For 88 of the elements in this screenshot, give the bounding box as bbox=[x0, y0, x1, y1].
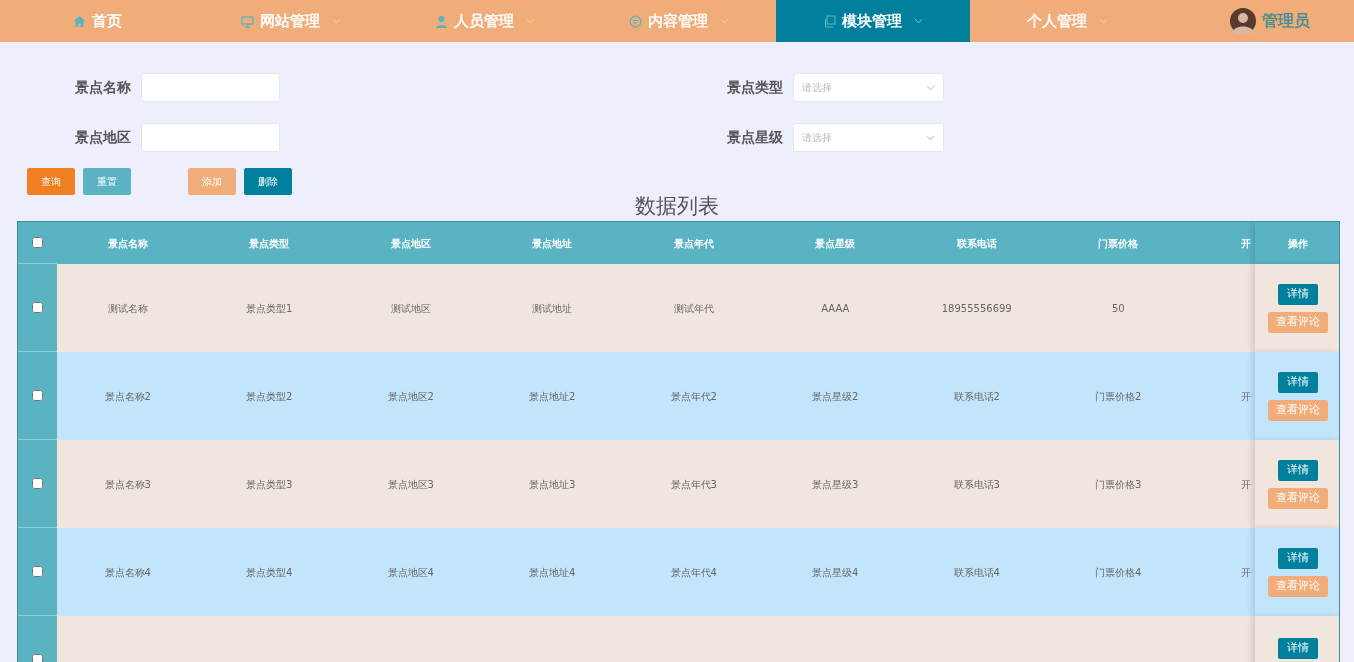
checkbox[interactable] bbox=[32, 237, 43, 248]
details-button[interactable]: 详情 bbox=[1277, 638, 1318, 659]
nav-tab[interactable]: 网站管理 bbox=[194, 0, 388, 42]
nav-tab[interactable]: 内容管理 bbox=[582, 0, 776, 42]
checkbox[interactable] bbox=[32, 654, 43, 662]
checkbox[interactable] bbox=[32, 566, 43, 577]
table-cell-text: 50 bbox=[1110, 301, 1126, 316]
select-field[interactable]: 请选择 bbox=[793, 73, 944, 102]
checkbox[interactable] bbox=[32, 302, 43, 313]
details-button[interactable]: 详情 bbox=[1277, 547, 1318, 569]
table-cell-text: 景点年代4 bbox=[669, 565, 718, 580]
search-button[interactable]: 查询 bbox=[27, 168, 75, 195]
table-cell-text: 景点星级4 bbox=[811, 565, 860, 580]
delete-button[interactable]: 删除 bbox=[244, 168, 292, 195]
table-cell-text: 景点年代3 bbox=[669, 477, 718, 492]
table-cell-text: 景点地区4 bbox=[386, 565, 435, 580]
comments-button[interactable]: 查看评论 bbox=[1267, 399, 1328, 421]
table-cell-text: 景点地区3 bbox=[386, 477, 435, 492]
table-cell-text: 测试名称 bbox=[106, 301, 149, 316]
column-header: 景点星级 bbox=[814, 236, 857, 251]
table-cell-text: 门票价格4 bbox=[1094, 565, 1143, 580]
input-field[interactable] bbox=[141, 73, 280, 102]
table-cell-text: 景点年代2 bbox=[669, 389, 718, 404]
table-cell-text: 联系电话3 bbox=[952, 477, 1001, 492]
table-cell-text: 景点类型2 bbox=[245, 389, 294, 404]
table-cell-text: 景点地址2 bbox=[528, 389, 577, 404]
column-header: 景点地区 bbox=[389, 236, 432, 251]
comments-button[interactable]: 查看评论 bbox=[1267, 311, 1328, 333]
field-label: 景点名称 bbox=[75, 78, 132, 97]
home-icon bbox=[72, 14, 86, 28]
table-cell-text: 门票价格2 bbox=[1094, 389, 1143, 404]
add-button[interactable]: 添加 bbox=[188, 168, 236, 195]
table-cell-text: 景点类型4 bbox=[245, 565, 294, 580]
table-cell-text: 景点名称2 bbox=[103, 389, 152, 404]
column-header: 开 bbox=[1240, 236, 1252, 251]
column-header: 联系电话 bbox=[955, 236, 998, 251]
table-cell-text: 18955556699 bbox=[940, 301, 1013, 316]
person-icon bbox=[435, 14, 448, 28]
table-cell-text: 开 bbox=[1240, 565, 1252, 580]
field-label: 景点地区 bbox=[75, 128, 132, 147]
column-header: 景点年代 bbox=[672, 236, 715, 251]
table-cell-text: 景点星级3 bbox=[811, 477, 860, 492]
comments-button[interactable]: 查看评论 bbox=[1267, 487, 1328, 509]
table-cell-text: 测试地区 bbox=[389, 301, 432, 316]
table-cell-text: 景点地址4 bbox=[528, 565, 577, 580]
table-cell-text: 测试年代 bbox=[672, 301, 715, 316]
user-name: 管理员 bbox=[1262, 10, 1310, 32]
input-field[interactable] bbox=[141, 123, 280, 152]
column-header: 景点类型 bbox=[248, 236, 291, 251]
column-header: 操作 bbox=[1255, 222, 1339, 264]
table-cell-text: 景点地址3 bbox=[528, 477, 577, 492]
avatar-icon bbox=[1230, 8, 1256, 34]
copy-icon bbox=[823, 14, 836, 28]
field-label: 景点类型 bbox=[727, 78, 784, 97]
table-title: 数据列表 bbox=[634, 195, 720, 217]
reset-button[interactable]: 重置 bbox=[83, 168, 131, 195]
chat-icon bbox=[629, 14, 642, 28]
checkbox[interactable] bbox=[32, 390, 43, 401]
table-cell-text: 测试地址 bbox=[531, 301, 574, 316]
table-cell-text: 景点类型3 bbox=[245, 477, 294, 492]
checkbox[interactable] bbox=[32, 478, 43, 489]
column-header: 景点名称 bbox=[106, 236, 149, 251]
table-cell-text: 景点名称3 bbox=[103, 477, 152, 492]
table-cell-text: 联系电话2 bbox=[952, 389, 1001, 404]
table-cell-text: AAAA bbox=[820, 301, 851, 316]
table-cell-text: 开 bbox=[1240, 477, 1252, 492]
comments-button[interactable]: 查看评论 bbox=[1267, 575, 1328, 597]
nav-tab[interactable]: 个人管理 bbox=[970, 0, 1164, 42]
table-cell-text: 门票价格3 bbox=[1094, 477, 1143, 492]
field-label: 景点星级 bbox=[727, 128, 784, 147]
table-cell-text: 景点地区2 bbox=[386, 389, 435, 404]
nav-tab[interactable]: 模块管理 bbox=[776, 0, 970, 42]
table-cell-text: 开 bbox=[1240, 389, 1252, 404]
chevron-icon bbox=[926, 134, 935, 141]
chevron-icon bbox=[926, 84, 935, 91]
nav-tab[interactable]: 人员管理 bbox=[388, 0, 582, 42]
nav-tab[interactable]: 首页 bbox=[0, 0, 194, 42]
table-cell-text: 景点星级2 bbox=[811, 389, 860, 404]
select-field[interactable]: 请选择 bbox=[793, 123, 944, 152]
table-cell-text: 联系电话4 bbox=[952, 565, 1001, 580]
table-cell-text: 景点名称4 bbox=[103, 565, 152, 580]
column-header: 门票价格 bbox=[1097, 236, 1140, 251]
monitor-icon bbox=[241, 14, 254, 28]
details-button[interactable]: 详情 bbox=[1277, 371, 1318, 393]
table-cell-text: 景点类型1 bbox=[245, 301, 294, 316]
column-header: 景点地址 bbox=[531, 236, 574, 251]
details-button[interactable]: 详情 bbox=[1277, 283, 1318, 305]
details-button[interactable]: 详情 bbox=[1277, 459, 1318, 481]
